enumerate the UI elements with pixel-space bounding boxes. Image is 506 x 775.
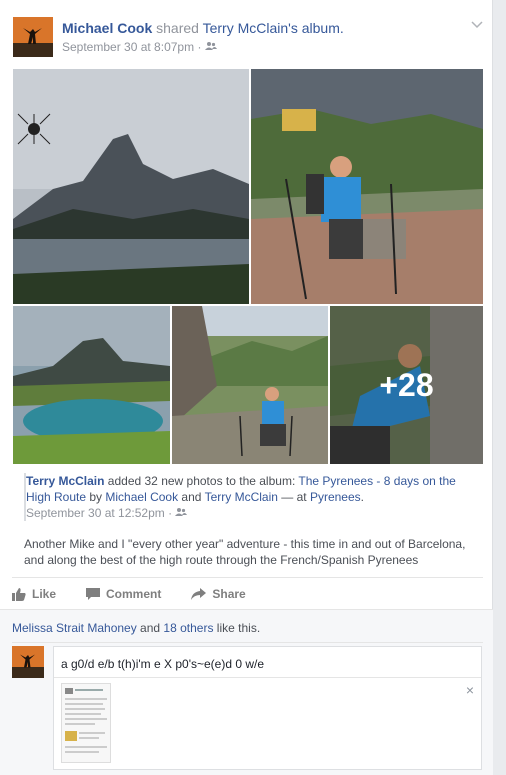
attachment-and: and: [178, 490, 205, 504]
album-link[interactable]: album.: [302, 20, 344, 36]
others-link[interactable]: 18 others: [163, 621, 213, 635]
attachment-at: — at: [277, 490, 310, 504]
commenter-avatar[interactable]: [12, 646, 44, 678]
like-label: Like: [32, 587, 57, 601]
meta-separator: ·: [168, 506, 173, 520]
attachment-actor[interactable]: Terry McClain: [26, 474, 104, 488]
liker-link[interactable]: Melissa Strait Mahoney: [12, 621, 137, 635]
action-text: shared: [156, 20, 199, 36]
tag-link[interactable]: Michael Cook: [105, 490, 178, 504]
attached-screenshot-thumbnail[interactable]: [61, 683, 111, 763]
album-photo[interactable]: [172, 306, 328, 464]
album-photo[interactable]: [251, 69, 483, 304]
more-photos-count[interactable]: +28: [330, 306, 483, 464]
action-bar: Like Comment Share: [12, 584, 276, 604]
attachment-timestamp[interactable]: September 30 at 12:52pm: [26, 506, 165, 520]
comment-attachment-preview: ×: [54, 677, 481, 771]
divider: [12, 642, 483, 643]
album-photo[interactable]: [13, 69, 249, 304]
story-header: Michael Cook shared Terry McClain's albu…: [62, 20, 344, 36]
share-button[interactable]: Share: [191, 584, 246, 604]
share-label: Share: [212, 587, 246, 601]
thumbs-up-icon: [12, 587, 26, 601]
attachment-by: by: [86, 490, 106, 504]
album-photo-more[interactable]: +28: [330, 306, 483, 464]
attachment-text: added 32 new photos to the album:: [104, 474, 299, 488]
comment-button[interactable]: Comment: [86, 584, 161, 604]
album-photo[interactable]: [13, 306, 170, 464]
divider: [12, 577, 483, 578]
comment-label: Comment: [106, 587, 162, 601]
attachment-meta: September 30 at 12:52pm ·: [26, 505, 470, 521]
comment-composer[interactable]: a g0/d e/b t(h)i'm e X p0's~e(e)d 0 w/e: [53, 646, 482, 770]
owner-link[interactable]: Terry McClain's: [203, 20, 298, 36]
story-meta: September 30 at 8:07pm ·: [62, 40, 217, 54]
like-sentence: Melissa Strait Mahoney and 18 others lik…: [12, 621, 260, 635]
friends-icon[interactable]: [204, 40, 217, 54]
like-button[interactable]: Like: [12, 584, 56, 604]
comment-icon: [86, 587, 101, 600]
share-icon: [191, 588, 207, 600]
ufi-panel: Melissa Strait Mahoney and 18 others lik…: [0, 609, 493, 775]
friends-icon[interactable]: [175, 506, 188, 520]
author-avatar[interactable]: [13, 17, 53, 57]
author-link[interactable]: Michael Cook: [62, 20, 152, 36]
tag-link[interactable]: Terry McClain: [205, 490, 278, 504]
timestamp-link[interactable]: September 30 at 8:07pm: [62, 40, 194, 54]
chevron-down-icon[interactable]: [471, 16, 483, 32]
like-and: and: [136, 621, 164, 635]
remove-attachment-button[interactable]: ×: [466, 682, 474, 698]
comment-input[interactable]: a g0/d e/b t(h)i'm e X p0's~e(e)d 0 w/e: [61, 657, 264, 671]
attachment-body: Terry McClain added 32 new photos to the…: [24, 473, 470, 521]
attachment: Terry McClain added 32 new photos to the…: [24, 473, 470, 521]
place-link[interactable]: Pyrenees: [310, 490, 361, 504]
like-suffix: like this.: [213, 621, 261, 635]
owner-possessive: 's: [288, 20, 298, 36]
attachment-period: .: [360, 490, 364, 504]
album-description: Another Mike and I "every other year" ad…: [24, 537, 466, 567]
owner-name[interactable]: Terry McClain: [203, 20, 289, 36]
feed-story: Michael Cook shared Terry McClain's albu…: [0, 0, 493, 775]
meta-separator: ·: [197, 40, 202, 54]
